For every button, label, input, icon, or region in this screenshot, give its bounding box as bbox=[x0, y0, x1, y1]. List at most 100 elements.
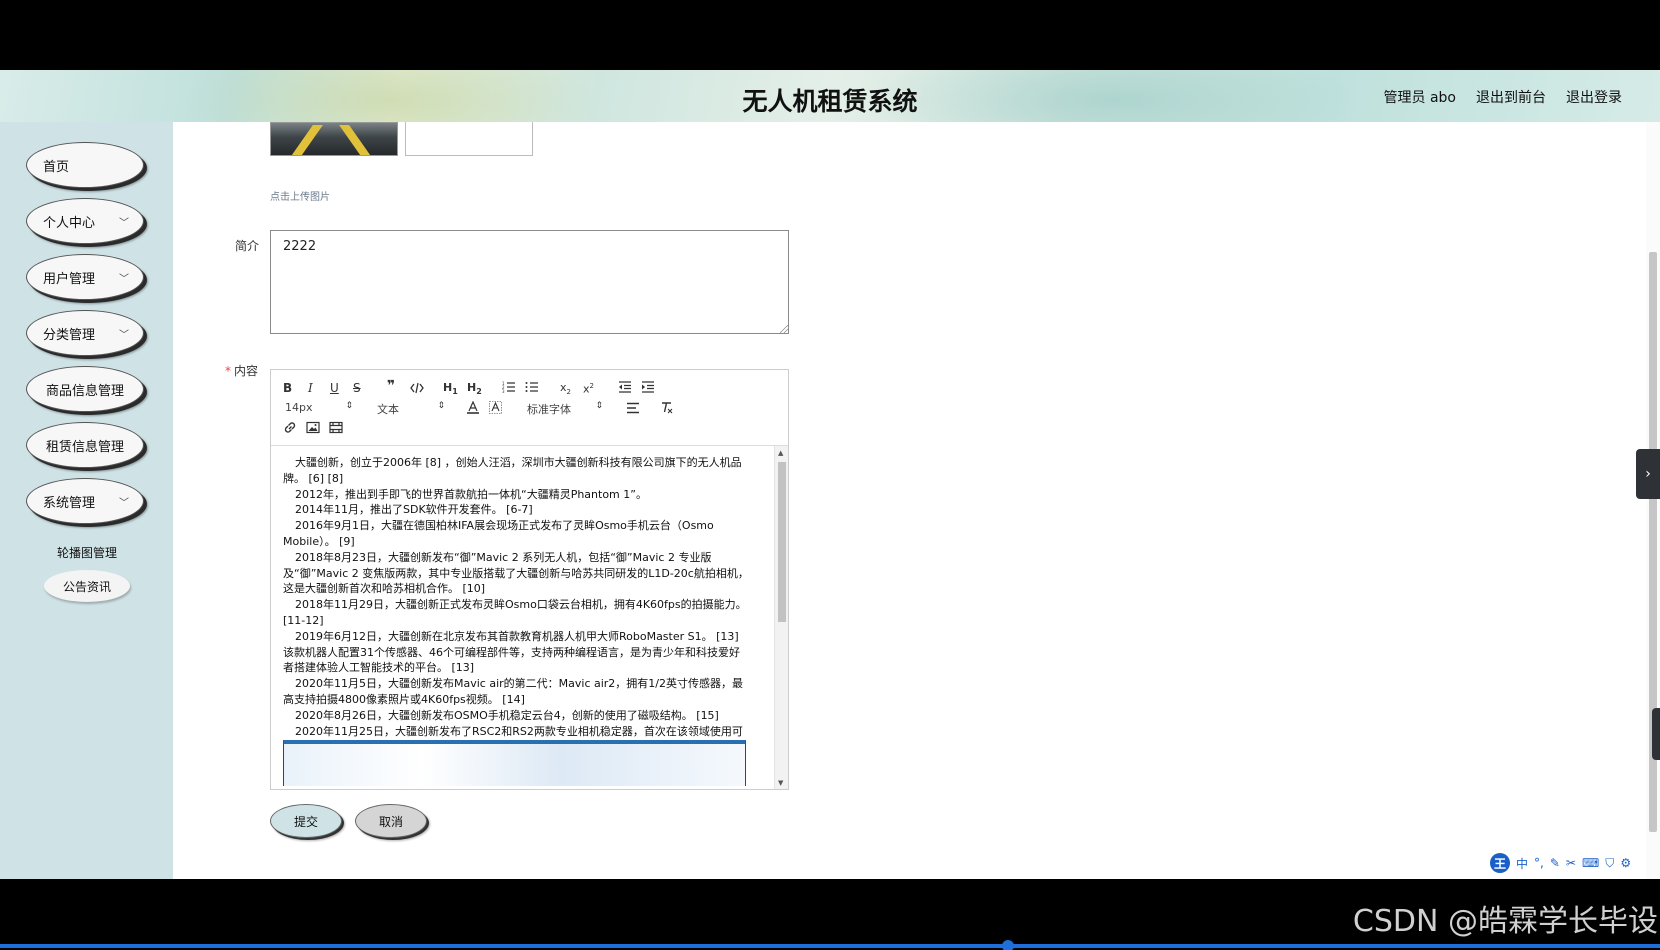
sidebar-item-label: 租赁信息管理 bbox=[45, 439, 124, 455]
indent-icon[interactable] bbox=[641, 381, 655, 393]
italic-button[interactable]: I bbox=[308, 381, 313, 395]
sidebar: 首页 个人中心 ﹀ 用户管理 ﹀ 分类管理 ﹀ 商品信息管理 租赁信息管理 系统… bbox=[0, 122, 173, 879]
logout-link[interactable]: 退出登录 bbox=[1566, 87, 1622, 107]
sidebar-item-label: 商品信息管理 bbox=[45, 383, 124, 399]
font-size-select[interactable]: 14px ⇕ bbox=[285, 401, 353, 414]
content-paragraph: 2020年11月5日，大疆创新发布Mavic air的第二代：Mavic air… bbox=[283, 677, 744, 706]
scissors-icon[interactable]: ✂ bbox=[1566, 856, 1576, 870]
resize-handle-icon[interactable] bbox=[780, 325, 788, 333]
app-header: 无人机租赁系统 管理员 abo 退出到前台 退出登录 bbox=[0, 70, 1660, 122]
blockquote-icon[interactable]: ❞ bbox=[387, 379, 395, 393]
scroll-down-icon[interactable]: ▼ bbox=[778, 779, 783, 787]
image-icon[interactable] bbox=[306, 421, 320, 434]
clear-format-icon[interactable] bbox=[660, 401, 674, 414]
punctuation-icon[interactable]: °, bbox=[1534, 856, 1544, 870]
content-label-text: 内容 bbox=[234, 364, 259, 378]
scroll-up-icon[interactable]: ▲ bbox=[778, 449, 783, 457]
sidebar-item-label: 个人中心 bbox=[43, 215, 96, 231]
text-type-value: 文本 bbox=[377, 403, 399, 416]
gear-icon[interactable]: ⚙ bbox=[1620, 856, 1631, 870]
sidebar-item-system-management[interactable]: 系统管理 ﹀ bbox=[26, 478, 144, 524]
font-color-icon[interactable] bbox=[467, 401, 479, 414]
upload-image-slot[interactable] bbox=[405, 122, 533, 156]
video-progress-bar[interactable] bbox=[0, 940, 1660, 950]
ordered-list-icon[interactable]: 123 bbox=[502, 381, 516, 393]
side-panel-toggle[interactable]: › bbox=[1636, 449, 1660, 499]
outdent-icon[interactable] bbox=[618, 381, 632, 393]
bullet-list-icon[interactable] bbox=[525, 381, 539, 393]
align-icon[interactable] bbox=[626, 402, 640, 414]
pen-icon[interactable]: ✎ bbox=[1550, 856, 1560, 870]
main-content: 点击上传图片 简介 2222 * 内容 B I U S ❞ H1 H2 123 x… bbox=[173, 122, 1660, 879]
sidebar-subitem-announcements[interactable]: 公告资讯 bbox=[44, 570, 130, 602]
cancel-button[interactable]: 取消 bbox=[355, 804, 427, 838]
background-color-icon[interactable] bbox=[489, 401, 502, 414]
text-type-select[interactable]: 文本 ⇕ bbox=[377, 401, 445, 417]
uploaded-image-thumbnail[interactable] bbox=[270, 122, 398, 156]
progress-handle[interactable] bbox=[1002, 940, 1014, 950]
link-icon[interactable] bbox=[283, 421, 297, 434]
admin-name: 管理员 abo bbox=[1383, 90, 1456, 106]
sidebar-item-label: 用户管理 bbox=[43, 271, 96, 287]
sidebar-item-category-management[interactable]: 分类管理 ﹀ bbox=[26, 310, 144, 356]
content-paragraph: 2018年8月23日，大疆创新发布“御”Mavic 2 系列无人机，包括“御”M… bbox=[283, 550, 749, 596]
sidebar-item-user-management[interactable]: 用户管理 ﹀ bbox=[26, 254, 144, 300]
required-asterisk: * bbox=[225, 364, 231, 378]
ime-mode[interactable]: 中 bbox=[1516, 855, 1528, 872]
content-label: * 内容 bbox=[225, 362, 258, 379]
chevron-right-icon: › bbox=[1645, 466, 1651, 482]
content-paragraph: 2018年11月29日，大疆创新正式发布灵眸Osmo口袋云台相机，拥有4K60f… bbox=[283, 598, 747, 627]
content-paragraph: 大疆创新，创立于2006年 [8] ，创始人汪滔，深圳市大疆创新科技有限公司旗下… bbox=[283, 456, 742, 485]
subscript-button[interactable]: x2 bbox=[560, 381, 571, 399]
video-icon[interactable] bbox=[329, 421, 343, 434]
side-handle[interactable] bbox=[1652, 708, 1660, 760]
content-paragraph: 2014年11月，推出了SDK软件开发套件。 [6-7] bbox=[295, 503, 533, 517]
rich-text-editor: B I U S ❞ H1 H2 123 x2 x2 14px ⇕ 文本 ⇕ 标准… bbox=[270, 369, 789, 790]
content-paragraph: 2012年，推出到手即飞的世界首款航拍一体机“大疆精灵Phantom 1”。 bbox=[295, 487, 647, 501]
editor-scrollbar[interactable]: ▲ ▼ bbox=[774, 446, 788, 789]
submit-button[interactable]: 提交 bbox=[270, 804, 342, 838]
sidebar-item-product-management[interactable]: 商品信息管理 bbox=[26, 366, 144, 412]
shirt-icon[interactable]: ⛉ bbox=[1605, 856, 1614, 871]
select-arrow-icon: ⇕ bbox=[595, 401, 603, 411]
code-icon[interactable] bbox=[410, 382, 424, 394]
strikethrough-button[interactable]: S bbox=[353, 381, 361, 395]
editor-content[interactable]: 大疆创新，创立于2006年 [8] ，创始人汪滔，深圳市大疆创新科技有限公司旗下… bbox=[271, 446, 761, 789]
bold-button[interactable]: B bbox=[283, 381, 292, 395]
font-family-select[interactable]: 标准字体 ⇕ bbox=[527, 401, 603, 417]
select-arrow-icon: ⇕ bbox=[345, 401, 353, 411]
watermark: CSDN @皓霖学长毕设 bbox=[1352, 904, 1658, 939]
sidebar-item-rental-management[interactable]: 租赁信息管理 bbox=[26, 422, 144, 468]
chevron-down-icon: ﹀ bbox=[119, 218, 129, 229]
content-paragraph: 2016年9月1日，大疆在德国柏林IFA展会现场正式发布了灵眸Osmo手机云台（… bbox=[283, 519, 714, 548]
scrollbar-thumb[interactable] bbox=[778, 462, 786, 622]
chevron-down-icon: ﹀ bbox=[119, 498, 129, 509]
font-family-value: 标准字体 bbox=[527, 403, 571, 416]
select-arrow-icon: ⇕ bbox=[437, 401, 445, 411]
sidebar-subitem-carousel[interactable]: 轮播图管理 bbox=[44, 542, 130, 562]
svg-text:3: 3 bbox=[502, 389, 505, 393]
keyboard-icon[interactable]: ⌨ bbox=[1582, 856, 1599, 870]
underline-button[interactable]: U bbox=[330, 381, 339, 395]
ime-logo-icon[interactable]: 王 bbox=[1490, 853, 1510, 873]
upload-hint[interactable]: 点击上传图片 bbox=[270, 188, 330, 203]
heading1-button[interactable]: H1 bbox=[443, 381, 458, 399]
superscript-button[interactable]: x2 bbox=[583, 379, 594, 397]
exit-to-front-link[interactable]: 退出到前台 bbox=[1476, 87, 1546, 107]
editor-toolbar: B I U S ❞ H1 H2 123 x2 x2 14px ⇕ 文本 ⇕ 标准… bbox=[271, 370, 788, 446]
content-paragraph: 2020年8月26日，大疆创新发布OSMO手机稳定云台4，创新的使用了磁吸结构。… bbox=[295, 708, 719, 722]
sidebar-item-personal-center[interactable]: 个人中心 ﹀ bbox=[26, 198, 144, 244]
heading2-button[interactable]: H2 bbox=[467, 381, 482, 399]
sidebar-item-label: 分类管理 bbox=[43, 327, 96, 343]
sidebar-item-label: 系统管理 bbox=[43, 495, 96, 511]
page-scrollbar[interactable] bbox=[1646, 122, 1660, 879]
screen: 无人机租赁系统 管理员 abo 退出到前台 退出登录 首页 个人中心 ﹀ 用户管… bbox=[0, 0, 1660, 950]
content-embedded-image bbox=[283, 740, 746, 786]
chevron-down-icon: ﹀ bbox=[119, 330, 129, 341]
sidebar-item-label: 首页 bbox=[43, 159, 70, 175]
font-size-value: 14px bbox=[285, 401, 313, 414]
chevron-down-icon: ﹀ bbox=[119, 274, 129, 285]
ime-toolbar[interactable]: 王 中 °, ✎ ✂ ⌨ ⛉ ⚙ bbox=[1490, 852, 1631, 874]
sidebar-item-home[interactable]: 首页 bbox=[26, 142, 144, 188]
intro-textarea[interactable]: 2222 bbox=[270, 230, 789, 334]
